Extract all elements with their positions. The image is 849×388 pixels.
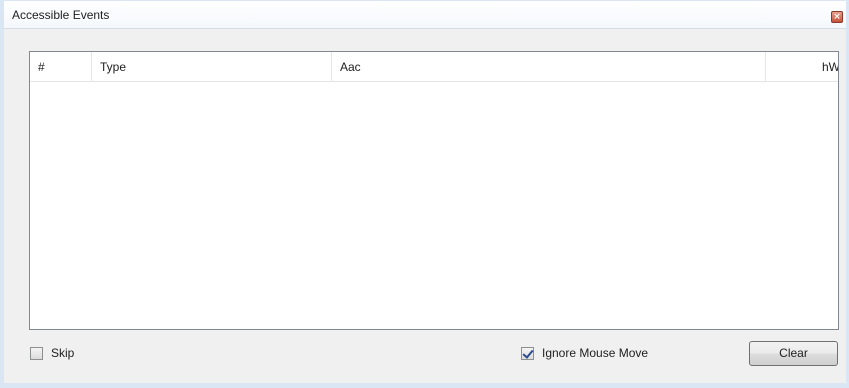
list-header: # Type Aac hW bbox=[30, 52, 838, 82]
window-title: Accessible Events bbox=[12, 8, 110, 22]
skip-label: Skip bbox=[51, 346, 75, 360]
column-header-type[interactable]: Type bbox=[92, 52, 332, 82]
skip-checkbox[interactable] bbox=[30, 346, 43, 360]
title-bar[interactable]: Accessible Events × bbox=[4, 1, 846, 29]
ignore-mouse-move-checkbox[interactable] bbox=[521, 346, 534, 360]
accessible-events-window: Accessible Events × # Type Aac hW Skip I… bbox=[0, 0, 849, 388]
clear-button[interactable]: Clear bbox=[749, 341, 838, 366]
skip-option[interactable]: Skip bbox=[30, 345, 74, 361]
ignore-mouse-move-option[interactable]: Ignore Mouse Move bbox=[521, 345, 648, 361]
column-header-aac[interactable]: Aac bbox=[332, 52, 766, 82]
list-body bbox=[30, 83, 838, 329]
close-icon[interactable]: × bbox=[831, 11, 843, 23]
events-list[interactable]: # Type Aac hW bbox=[29, 51, 839, 330]
column-header-number[interactable]: # bbox=[30, 52, 92, 82]
ignore-mouse-move-label: Ignore Mouse Move bbox=[542, 346, 649, 360]
column-header-hw[interactable]: hW bbox=[766, 52, 838, 82]
